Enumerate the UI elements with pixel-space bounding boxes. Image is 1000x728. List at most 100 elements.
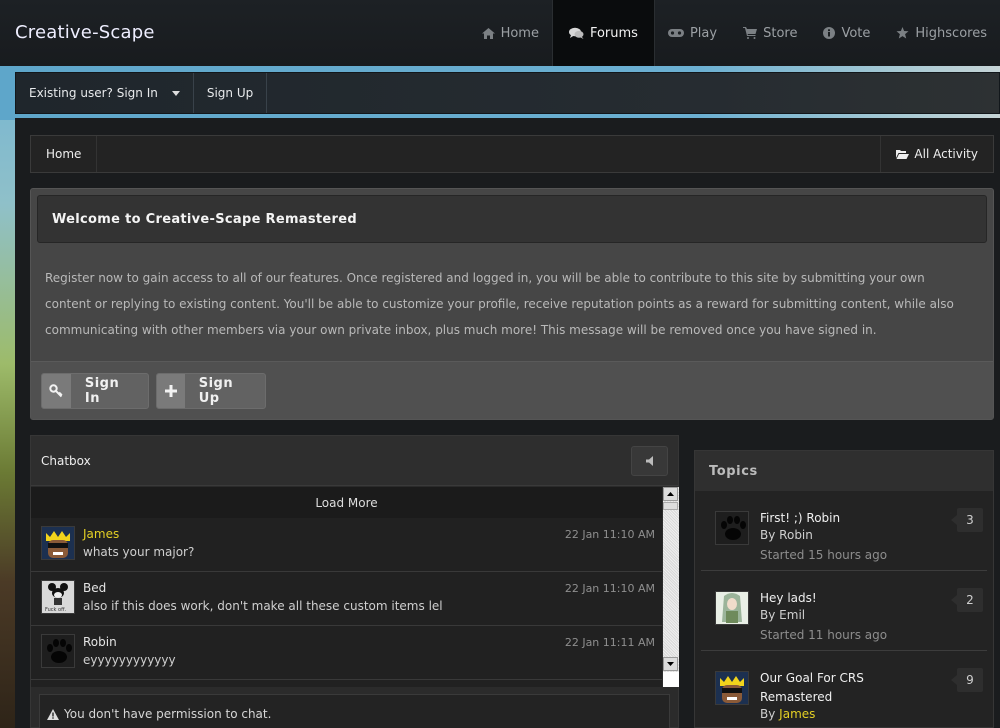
topics-title: Topics [695, 451, 993, 491]
topic-author-name[interactable]: James [779, 707, 815, 721]
star-icon [896, 27, 909, 39]
scroll-thumb[interactable] [663, 502, 678, 510]
chatbox-title: Chatbox [41, 453, 91, 468]
topic-author-name[interactable]: Robin [779, 528, 813, 542]
nav-highscores-label: Highscores [915, 25, 987, 41]
topic-item: Our Goal For CRS Remastered By James 9 [701, 651, 987, 728]
sign-in-dropdown[interactable]: Existing user? Sign In [16, 73, 194, 113]
load-more-button[interactable]: Load More [31, 487, 662, 518]
nav-play[interactable]: Play [655, 0, 730, 66]
avatar-robin[interactable] [715, 511, 749, 545]
chat-text: whats your major? [83, 545, 195, 559]
sign-in-dropdown-label: Existing user? Sign In [29, 86, 158, 100]
nav-home-label: Home [500, 25, 539, 41]
top-navbar: Creative-Scape Home Forums Play Store Vo… [0, 0, 1000, 66]
welcome-sign-up-label: Sign Up [198, 376, 234, 406]
chatbox-header: Chatbox [31, 436, 678, 486]
chat-message: Fuck off. Bed also if this does work, do… [31, 572, 662, 626]
home-icon [481, 27, 495, 39]
topics-panel: Topics First! ;) Robin By Robin Started … [694, 450, 994, 728]
nav-play-label: Play [689, 25, 718, 41]
welcome-sign-up-button[interactable]: Sign Up [156, 373, 266, 409]
nav-vote-label: Vote [841, 25, 871, 41]
topic-by-prefix: By [760, 707, 776, 721]
arrow-down-icon [667, 662, 674, 666]
nav-vote[interactable]: Vote [810, 0, 883, 66]
topic-title[interactable]: Our Goal For CRS Remastered [760, 669, 910, 707]
topic-started: Started 11 hours ago [760, 628, 888, 642]
topic-reply-count: 3 [951, 508, 983, 532]
chat-message: Robin eyyyyyyyyyyyy 22 Jan 11:11 AM [31, 626, 662, 680]
chat-scrollbar[interactable] [663, 487, 679, 687]
chat-timestamp: 22 Jan 11:11 AM [564, 636, 655, 649]
welcome-sign-in-label: Sign In [84, 376, 120, 406]
info-icon [823, 27, 836, 39]
topic-item: Hey lads! By Emil Started 11 hours ago 2 [701, 571, 987, 651]
topic-author: By James [760, 707, 815, 721]
topic-reply-count: 2 [951, 588, 983, 612]
sound-toggle-button[interactable] [631, 445, 668, 476]
gamepad-icon [667, 29, 684, 37]
main-nav: Home Forums Play Store Vote Highscores [469, 0, 1000, 66]
all-activity-link[interactable]: All Activity [880, 136, 993, 172]
welcome-title: Welcome to Creative-Scape Remastered [37, 195, 987, 243]
chat-author[interactable]: Robin [83, 635, 117, 649]
comments-icon [568, 27, 584, 39]
folder-open-icon [896, 150, 910, 159]
breadcrumb: Home All Activity [30, 135, 994, 173]
no-permission-text: You don't have permission to chat. [64, 707, 272, 721]
topic-title[interactable]: Hey lads! [760, 589, 910, 608]
caret-down-icon [171, 90, 180, 96]
topic-by-prefix: By [760, 528, 776, 542]
plus-icon [157, 374, 185, 408]
chat-message-list: Load More James whats your major? 22 Jan… [31, 487, 662, 687]
key-icon [42, 374, 71, 408]
warning-icon [47, 708, 59, 720]
user-bar: Existing user? Sign In Sign Up [15, 72, 1000, 114]
chat-text: eyyyyyyyyyyyy [83, 653, 176, 667]
breadcrumb-home[interactable]: Home [31, 136, 98, 172]
no-permission-notice: You don't have permission to chat. [39, 694, 670, 728]
nav-highscores[interactable]: Highscores [883, 0, 1000, 66]
nav-forums[interactable]: Forums [551, 0, 655, 66]
welcome-actions: Sign In Sign Up [31, 361, 993, 419]
chat-message: James whats your major? 22 Jan 11:10 AM [31, 518, 662, 572]
topic-author: By Emil [760, 608, 805, 622]
chat-timestamp: 22 Jan 11:10 AM [564, 582, 655, 595]
topic-author: By Robin [760, 528, 813, 542]
sign-up-link[interactable]: Sign Up [194, 73, 268, 113]
topic-item: First! ;) Robin By Robin Started 15 hour… [701, 491, 987, 571]
sign-up-link-label: Sign Up [206, 86, 254, 100]
cart-icon [743, 27, 758, 39]
nav-forums-label: Forums [589, 25, 638, 41]
all-activity-label: All Activity [914, 147, 978, 161]
welcome-sign-in-button[interactable]: Sign In [41, 373, 149, 409]
avatar-james[interactable] [41, 526, 75, 560]
avatar-robin[interactable] [41, 634, 75, 668]
welcome-message: Register now to gain access to all of ou… [45, 271, 954, 337]
avatar-emil[interactable] [715, 591, 749, 625]
chat-author[interactable]: Bed [83, 581, 106, 595]
topic-started: Started 15 hours ago [760, 548, 888, 562]
svg-text:Fuck off.: Fuck off. [45, 607, 67, 613]
nav-home[interactable]: Home [469, 0, 552, 66]
scroll-corner [663, 672, 679, 687]
topic-author-name[interactable]: Emil [779, 608, 805, 622]
scroll-down-button[interactable] [663, 657, 678, 671]
chat-author[interactable]: James [83, 527, 119, 541]
welcome-panel: Welcome to Creative-Scape Remastered Reg… [30, 188, 994, 420]
speaker-icon [645, 455, 653, 466]
avatar-james[interactable] [715, 671, 749, 705]
nav-store[interactable]: Store [730, 0, 810, 66]
topic-by-prefix: By [760, 608, 776, 622]
avatar-bed[interactable]: Fuck off. [41, 580, 75, 614]
nav-store-label: Store [763, 25, 798, 41]
topic-title[interactable]: First! ;) Robin [760, 509, 910, 528]
chat-timestamp: 22 Jan 11:10 AM [564, 528, 655, 541]
chatbox-panel: Chatbox Load More James whats your major… [30, 435, 679, 728]
scroll-up-button[interactable] [663, 487, 678, 501]
arrow-up-icon [667, 492, 674, 496]
site-logo[interactable]: Creative-Scape [15, 22, 155, 43]
topic-reply-count: 9 [951, 668, 983, 692]
chat-text: also if this does work, don't make all t… [83, 599, 443, 613]
